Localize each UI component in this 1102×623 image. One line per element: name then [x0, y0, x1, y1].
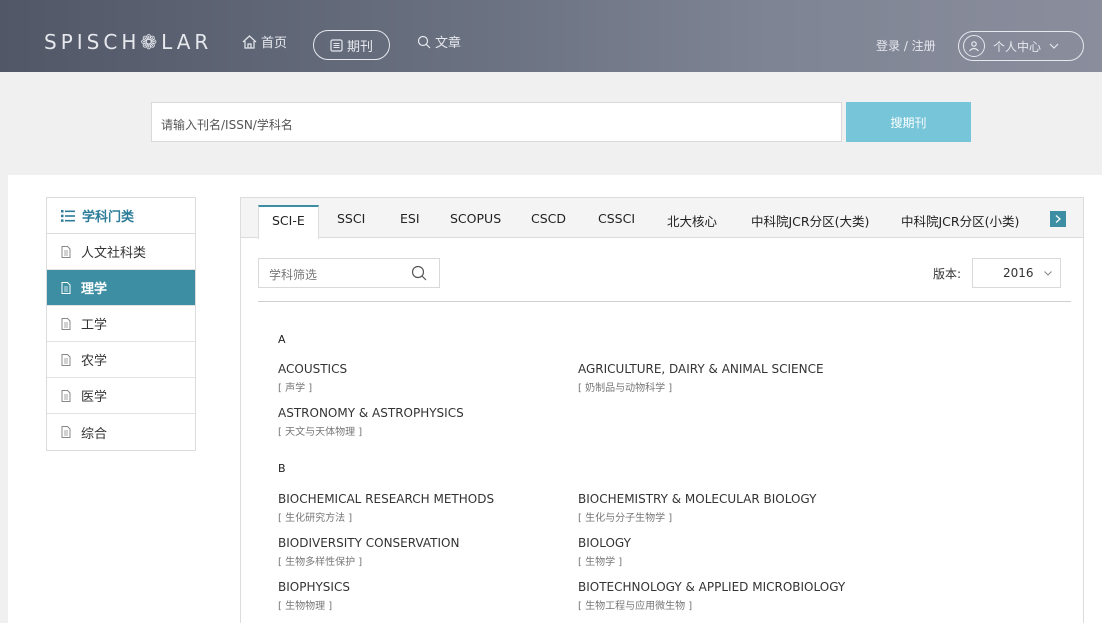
- tab-next-button[interactable]: [1050, 211, 1066, 227]
- sidebar-item-humanities[interactable]: 人文社科类: [47, 234, 195, 270]
- tab-cas-jcr-major[interactable]: 中科院JCR分区(大类): [751, 211, 869, 230]
- search-icon: [417, 35, 431, 48]
- user-center-label: 个人中心: [993, 39, 1042, 54]
- journal-icon: [330, 38, 343, 52]
- chevron-down-icon: [1044, 271, 1052, 276]
- tab-cssci[interactable]: CSSCI: [598, 211, 635, 226]
- nav-article[interactable]: 文章: [417, 32, 461, 51]
- sidebar-item-engineering[interactable]: 工学: [47, 306, 195, 342]
- document-icon: [61, 317, 71, 330]
- version-select[interactable]: 2016: [972, 258, 1061, 288]
- subject-category-sidebar: 学科门类 人文社科类 理学 工学 农学 医学 综合: [46, 197, 196, 451]
- journal-list-panel: SCI-E SSCI ESI SCOPUS CSCD CSSCI 北大核心 中科…: [240, 197, 1084, 623]
- journal-search-input[interactable]: 请输入刊名/ISSN/学科名: [151, 102, 842, 142]
- tab-esi[interactable]: ESI: [400, 211, 420, 226]
- subject-item[interactable]: BIOTECHNOLOGY & APPLIED MICROBIOLOGY [ 生…: [578, 580, 845, 612]
- nav-home[interactable]: 首页: [242, 32, 287, 51]
- subject-item[interactable]: BIOCHEMICAL RESEARCH METHODS [ 生化研究方法 ]: [278, 492, 494, 524]
- sidebar-item-medicine[interactable]: 医学: [47, 378, 195, 414]
- search-band: 请输入刊名/ISSN/学科名 搜期刊: [0, 72, 1102, 175]
- subject-filter-input[interactable]: 学科筛选: [258, 258, 440, 288]
- subject-item[interactable]: ACOUSTICS [ 声学 ]: [278, 362, 347, 394]
- document-icon: [61, 426, 71, 438]
- subject-item[interactable]: BIOCHEMISTRY & MOLECULAR BIOLOGY [ 生化与分子…: [578, 492, 816, 524]
- sidebar-item-comprehensive[interactable]: 综合: [47, 414, 195, 450]
- index-tabbar: SCI-E SSCI ESI SCOPUS CSCD CSSCI 北大核心 中科…: [241, 198, 1083, 239]
- document-icon: [61, 353, 71, 366]
- top-navbar: SPISCH❁LAR 首页 期刊 文章 登录 / 注册 个人中心: [0, 0, 1102, 72]
- nav-home-label: 首页: [261, 36, 288, 51]
- tab-pku-core[interactable]: 北大核心: [667, 211, 717, 230]
- document-icon: [61, 389, 71, 402]
- search-icon[interactable]: [411, 265, 427, 281]
- subject-item[interactable]: AGRICULTURE, DAIRY & ANIMAL SCIENCE [ 奶制…: [578, 362, 824, 394]
- home-icon: [242, 34, 257, 49]
- user-icon: [963, 35, 985, 57]
- document-icon: [61, 245, 71, 258]
- globe-icon: ❁: [140, 30, 162, 54]
- subject-item[interactable]: ASTRONOMY & ASTROPHYSICS [ 天文与天体物理 ]: [278, 406, 464, 438]
- group-letter-a: A: [278, 333, 286, 346]
- version-label: 版本:: [933, 267, 962, 281]
- tab-cscd[interactable]: CSCD: [531, 211, 566, 226]
- list-icon: [61, 209, 75, 222]
- chevron-right-icon: [1055, 215, 1061, 223]
- document-icon: [61, 281, 71, 294]
- divider: [258, 301, 1071, 302]
- user-center-button[interactable]: 个人中心: [958, 31, 1084, 61]
- tab-sci-e[interactable]: SCI-E: [258, 205, 319, 239]
- sidebar-item-agriculture[interactable]: 农学: [47, 342, 195, 378]
- nav-journal-label: 期刊: [347, 39, 374, 55]
- search-journal-button[interactable]: 搜期刊: [846, 102, 971, 142]
- tab-scopus[interactable]: SCOPUS: [450, 211, 501, 226]
- tab-ssci[interactable]: SSCI: [337, 211, 365, 226]
- subject-item[interactable]: BIOLOGY [ 生物学 ]: [578, 536, 631, 568]
- login-register-link[interactable]: 登录 / 注册: [876, 37, 936, 54]
- group-letter-b: B: [278, 462, 286, 475]
- nav-journal[interactable]: 期刊: [313, 30, 391, 60]
- subject-item[interactable]: BIOPHYSICS [ 生物物理 ]: [278, 580, 350, 612]
- tab-cas-jcr-minor[interactable]: 中科院JCR分区(小类): [901, 211, 1019, 230]
- sidebar-title: 学科门类: [47, 198, 195, 234]
- nav-article-label: 文章: [435, 36, 462, 51]
- chevron-down-icon: [1049, 43, 1059, 49]
- subject-item[interactable]: BIODIVERSITY CONSERVATION [ 生物多样性保护 ]: [278, 536, 459, 568]
- sidebar-item-science[interactable]: 理学: [47, 270, 195, 306]
- logo[interactable]: SPISCH❁LAR: [44, 30, 212, 54]
